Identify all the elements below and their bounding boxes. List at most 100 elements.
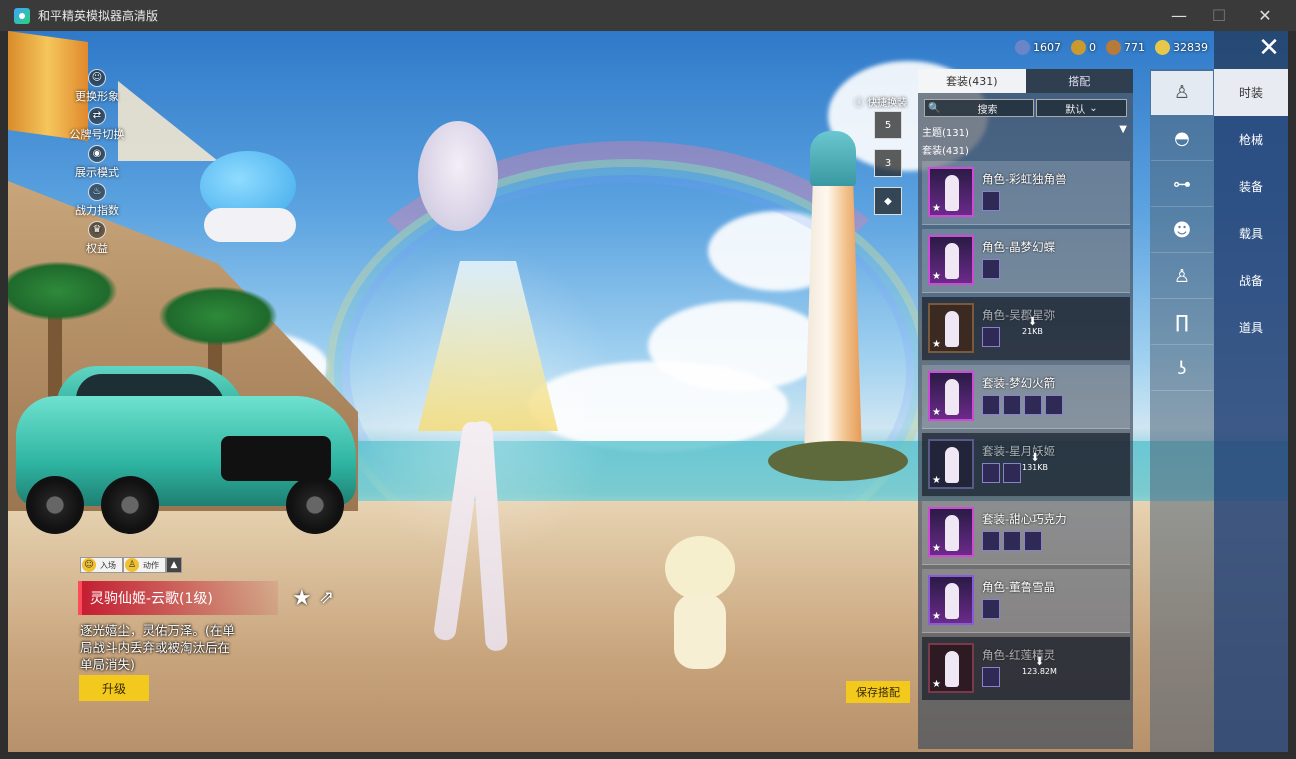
- download-indicator[interactable]: ⬇ 123.82M: [1022, 656, 1057, 676]
- item-description: 逐光嬉尘，灵佑万泽。(在单局战斗内丢弃或被淘汰后在单局消失): [80, 623, 235, 672]
- download-indicator[interactable]: ⬇ 131KB: [1022, 452, 1049, 472]
- suit-parts: [982, 395, 1063, 415]
- switch-icon: ⇄: [88, 107, 106, 125]
- star-icon: ★: [932, 475, 941, 486]
- suit-name: 套装-甜心巧克力: [982, 512, 1067, 526]
- tab-equipment[interactable]: 装备: [1214, 163, 1288, 210]
- outfit-icon: [982, 259, 1000, 279]
- shoes-icon[interactable]: ʖ: [1151, 347, 1213, 391]
- suit-thumbnail: ★: [928, 439, 974, 489]
- outfit-icon: [982, 463, 1000, 483]
- power-index-button[interactable]: ♨ 战力指数: [68, 183, 126, 218]
- rights-button[interactable]: ♛ 权益: [68, 221, 126, 256]
- character-hair: [418, 121, 498, 231]
- close-icon[interactable]: ✕: [1256, 35, 1282, 63]
- download-indicator[interactable]: ⬇ 21KB: [1022, 316, 1043, 336]
- suit-card[interactable]: ★ 角色-彩虹独角兽: [922, 161, 1130, 225]
- smile-icon: ☺: [82, 558, 96, 572]
- quick-diamond-button[interactable]: ◆: [874, 187, 902, 215]
- menu-label: 权益: [86, 242, 108, 255]
- tab-props[interactable]: 道具: [1214, 304, 1288, 351]
- suit-name: 角色-董鲁雪晶: [982, 580, 1056, 594]
- upgrade-button[interactable]: 升级: [79, 675, 149, 701]
- body-icon[interactable]: ♙: [1151, 255, 1213, 299]
- suit-thumbnail: ★: [928, 167, 974, 217]
- display-mode-button[interactable]: ◉ 展示模式: [68, 145, 126, 180]
- star-icon: ★: [932, 679, 941, 690]
- currency-item: 1607: [1015, 40, 1061, 55]
- palm-leaves: [158, 286, 278, 346]
- sort-dropdown[interactable]: 默认 ⌄: [1036, 99, 1127, 117]
- download-size: 131KB: [1022, 463, 1049, 472]
- app-logo-icon: [14, 7, 30, 24]
- outfit-icon: [982, 667, 1000, 687]
- currency-value: 1607: [1033, 41, 1061, 54]
- suit-parts: [982, 599, 1000, 619]
- tab-suits[interactable]: 套装(431): [918, 69, 1026, 93]
- tab-vehicles[interactable]: 载具: [1214, 210, 1288, 257]
- search-input[interactable]: 🔍 搜索: [924, 99, 1034, 117]
- suit-thumbnail: ★: [928, 507, 974, 557]
- mask-icon[interactable]: ☻: [1151, 209, 1213, 253]
- tab-gear[interactable]: 战备: [1214, 257, 1288, 304]
- plush-body: [674, 594, 726, 669]
- suit-thumbnail: ★: [928, 303, 974, 353]
- suit-name: 套装-梦幻火箭: [982, 376, 1056, 390]
- star-icon: ★: [932, 339, 941, 350]
- suit-parts: [982, 191, 1000, 211]
- star-icon: ★: [932, 611, 941, 622]
- suit-count: 套装(431): [922, 146, 969, 157]
- pants-icon[interactable]: ∏: [1151, 301, 1213, 345]
- change-look-button[interactable]: ☺ 更换形象: [68, 69, 126, 104]
- crown-icon: ♛: [88, 221, 106, 239]
- suit-card[interactable]: ★ 套装-甜心巧克力: [922, 501, 1130, 565]
- app-window: 和平精英模拟器高清版 — ☐ ✕ ☺ 更换形象 ⇄ 公牌号切换 ◉ 展示模式 ♨…: [0, 0, 1296, 759]
- tab-fashion[interactable]: 时装: [1214, 69, 1288, 116]
- sort-value: 默认: [1065, 104, 1086, 116]
- favorite-star-icon[interactable]: ★: [292, 586, 312, 611]
- cap-icon[interactable]: ◓: [1151, 117, 1213, 161]
- quick-slot-1-button[interactable]: 5: [874, 111, 902, 139]
- switch-account-button[interactable]: ⇄ 公牌号切换: [68, 107, 126, 142]
- suit-card[interactable]: ★ 角色-晶梦幻蝶: [922, 229, 1130, 293]
- star-icon: ★: [932, 203, 941, 214]
- theme-filter[interactable]: 主题(131) ▼: [922, 124, 1127, 139]
- expand-up-button[interactable]: ▲: [166, 557, 182, 573]
- currency-value: 771: [1124, 41, 1145, 54]
- search-icon: 🔍: [928, 102, 941, 114]
- outfit-icon[interactable]: ♙: [1151, 71, 1213, 115]
- suit-card[interactable]: ★ 套装-梦幻火箭: [922, 365, 1130, 429]
- motion-button[interactable]: ♙ 动作: [123, 557, 166, 573]
- suit-card[interactable]: ★ 套装-星月妖姬 ⬇ 131KB: [922, 433, 1130, 497]
- search-row: 🔍 搜索 默认 ⌄: [924, 99, 1127, 117]
- enter-anim-button[interactable]: ☺ 入场: [80, 557, 123, 573]
- save-outfit-button[interactable]: 保存搭配: [846, 681, 910, 703]
- outfit-icon: [982, 327, 1000, 347]
- star-icon: ★: [932, 271, 941, 282]
- currency-item: 32839: [1155, 40, 1208, 55]
- share-icon[interactable]: ⇗: [319, 587, 341, 608]
- help-icon: ⓘ: [854, 98, 864, 109]
- tab-guns[interactable]: 枪械: [1214, 116, 1288, 163]
- quick-slot-2-button[interactable]: 3: [874, 149, 902, 177]
- outfit-icon: [982, 531, 1000, 551]
- tab-outfits[interactable]: 搭配: [1025, 69, 1133, 93]
- eye-icon: ◉: [88, 145, 106, 163]
- coin-gold-icon: [1071, 40, 1086, 55]
- suit-card[interactable]: ★ 角色-红莲精灵 ⬇ 123.82M: [922, 637, 1130, 701]
- car-wheel: [286, 476, 344, 534]
- wardrobe-panel: 套装(431) 搭配 🔍 搜索 默认 ⌄ 主题(131) ▼ 套装(431) ★: [918, 69, 1133, 749]
- suit-card[interactable]: ★ 角色-吴郡星弥 ⬇ 21KB: [922, 297, 1130, 361]
- item-name: 灵驹仙姬-云歌(1级): [90, 591, 213, 607]
- maximize-button[interactable]: ☐: [1196, 0, 1242, 31]
- suit-card[interactable]: ★ 角色-董鲁雪晶: [922, 569, 1130, 633]
- window-title: 和平精英模拟器高清版: [38, 9, 159, 23]
- suit-name: 角色-吴郡星弥: [982, 308, 1056, 322]
- star-icon: ★: [932, 407, 941, 418]
- glasses-icon[interactable]: ⊶: [1151, 163, 1213, 207]
- quick-dress-label: ⓘ 快捷换装: [854, 94, 907, 109]
- person-icon: ♙: [125, 558, 139, 572]
- category-tabs: 时装 枪械 装备 载具 战备 道具: [1214, 69, 1288, 752]
- dropdown-arrow-icon: ▼: [1119, 124, 1127, 135]
- close-window-button[interactable]: ✕: [1242, 0, 1288, 31]
